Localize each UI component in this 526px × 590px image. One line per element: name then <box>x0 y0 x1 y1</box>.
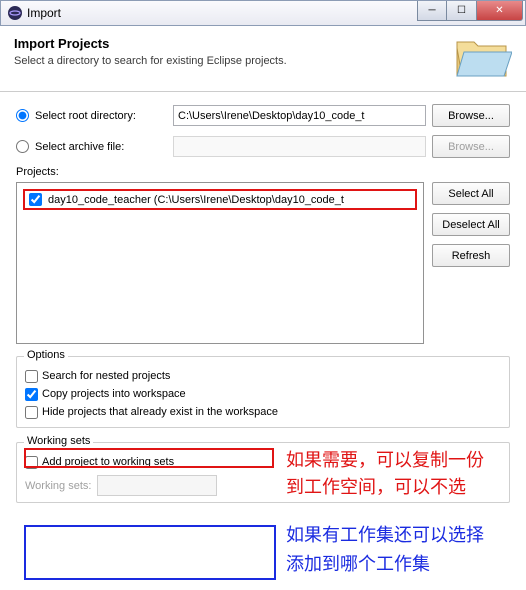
options-title: Options <box>24 349 68 361</box>
options-group: Options Search for nested projects Copy … <box>16 356 510 428</box>
archive-file-input <box>173 136 426 157</box>
copy-workspace-label: Copy projects into workspace <box>42 388 186 400</box>
browse-archive-button: Browse... <box>432 135 510 158</box>
window-controls: ─ ☐ ✕ <box>417 1 523 21</box>
annotation-blue-line1: 如果有工作集还可以选择 <box>286 521 484 547</box>
project-checkbox[interactable] <box>29 193 42 206</box>
select-all-button[interactable]: Select All <box>432 182 510 205</box>
root-directory-row: Select root directory: Browse... <box>16 104 510 127</box>
archive-file-row: Select archive file: Browse... <box>16 135 510 158</box>
root-directory-radio[interactable] <box>16 109 29 122</box>
projects-area: day10_code_teacher (C:\Users\Irene\Deskt… <box>16 182 510 344</box>
copy-workspace-row[interactable]: Copy projects into workspace <box>25 385 501 403</box>
hide-existing-row[interactable]: Hide projects that already exist in the … <box>25 403 501 421</box>
options-box: Search for nested projects Copy projects… <box>16 356 510 428</box>
root-directory-input[interactable] <box>173 105 426 126</box>
archive-file-radio[interactable] <box>16 140 29 153</box>
annotation-red-line2: 到工作空间，可以不选 <box>286 473 466 499</box>
root-directory-label: Select root directory: <box>35 110 165 122</box>
page-title: Import Projects <box>14 36 512 51</box>
page-subtitle: Select a directory to search for existin… <box>14 55 512 67</box>
annotation-blue-box <box>24 525 276 580</box>
add-working-set-checkbox[interactable] <box>25 456 38 469</box>
annotation-blue-line2: 添加到哪个工作集 <box>286 550 430 576</box>
minimize-button[interactable]: ─ <box>417 1 447 21</box>
search-nested-row[interactable]: Search for nested projects <box>25 367 501 385</box>
project-name: day10_code_teacher (C:\Users\Irene\Deskt… <box>48 194 344 206</box>
eclipse-icon <box>7 5 23 21</box>
annotation-red-line1: 如果需要，可以复制一份 <box>286 446 484 472</box>
maximize-button[interactable]: ☐ <box>447 1 477 21</box>
deselect-all-button[interactable]: Deselect All <box>432 213 510 236</box>
close-button[interactable]: ✕ <box>477 1 523 21</box>
projects-label: Projects: <box>16 166 510 178</box>
window-titlebar: Import ─ ☐ ✕ <box>0 0 526 26</box>
project-buttons: Select All Deselect All Refresh <box>432 182 510 344</box>
wizard-header: Import Projects Select a directory to se… <box>0 26 526 92</box>
add-working-set-label: Add project to working sets <box>42 456 174 468</box>
import-folder-icon <box>454 34 512 80</box>
archive-file-label: Select archive file: <box>35 141 165 153</box>
window-title: Import <box>27 6 61 20</box>
search-nested-label: Search for nested projects <box>42 370 170 382</box>
hide-existing-checkbox[interactable] <box>25 406 38 419</box>
project-item[interactable]: day10_code_teacher (C:\Users\Irene\Deskt… <box>23 189 417 210</box>
search-nested-checkbox[interactable] <box>25 370 38 383</box>
hide-existing-label: Hide projects that already exist in the … <box>42 406 278 418</box>
projects-list[interactable]: day10_code_teacher (C:\Users\Irene\Deskt… <box>16 182 424 344</box>
working-sets-title: Working sets <box>24 435 93 447</box>
working-set-combo <box>97 475 217 496</box>
copy-workspace-checkbox[interactable] <box>25 388 38 401</box>
refresh-button[interactable]: Refresh <box>432 244 510 267</box>
browse-root-button[interactable]: Browse... <box>432 104 510 127</box>
working-set-label: Working sets: <box>25 480 91 492</box>
wizard-content: Select root directory: Browse... Select … <box>0 92 526 503</box>
